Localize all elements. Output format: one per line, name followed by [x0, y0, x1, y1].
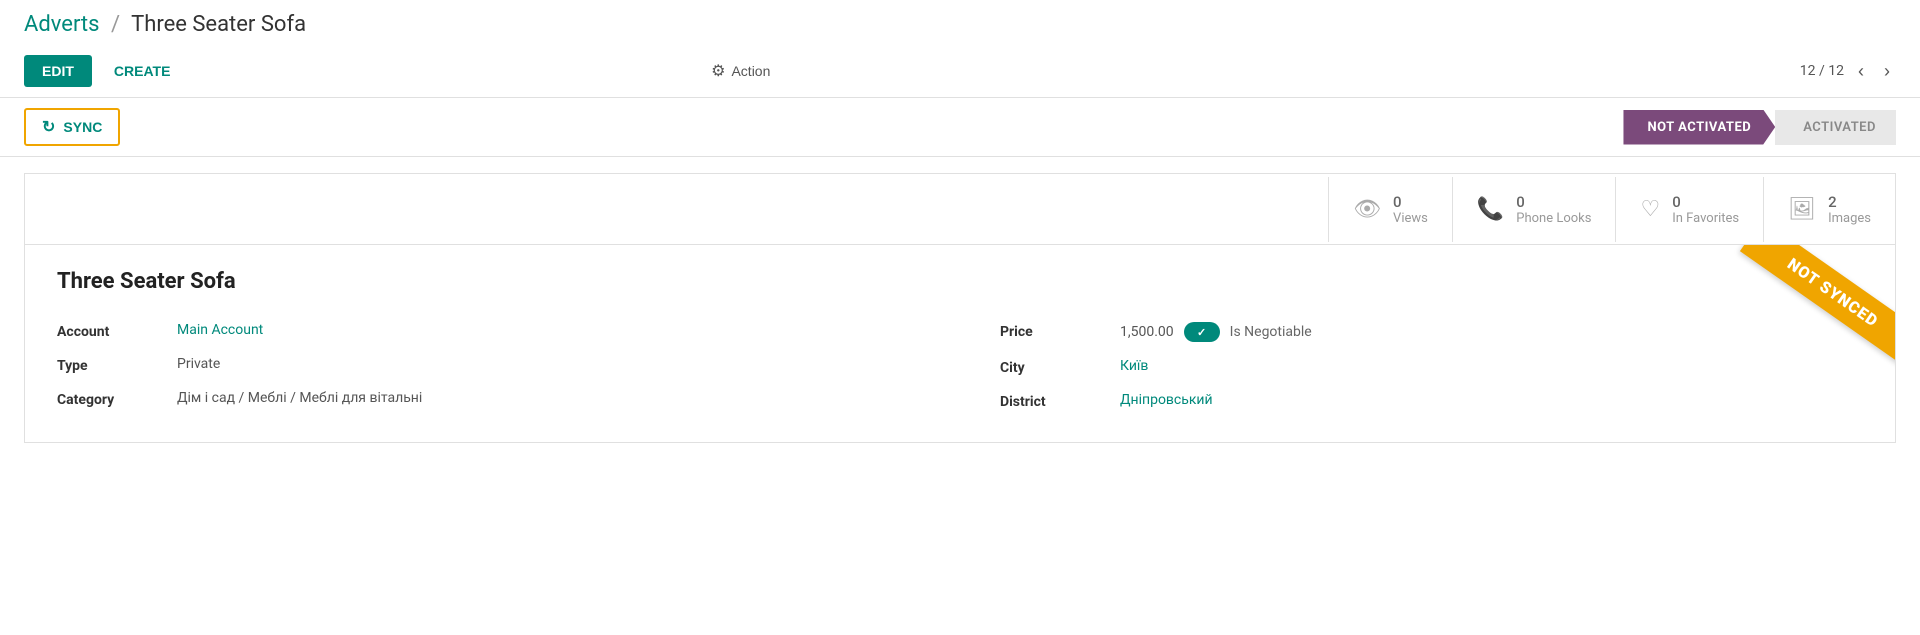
fields-grid: Account Main Account Type Private Catego… — [57, 314, 1863, 418]
views-count: 0 — [1393, 193, 1428, 211]
status-not-activated[interactable]: NOT ACTIVATED — [1623, 110, 1775, 145]
negotiable-toggle[interactable] — [1184, 322, 1220, 342]
images-label: Images — [1828, 211, 1871, 226]
eye-icon: 👁 — [1353, 197, 1381, 222]
field-price: Price 1,500.00 Is Negotiable — [1000, 314, 1863, 350]
account-value[interactable]: Main Account — [177, 322, 263, 338]
type-value: Private — [177, 356, 220, 372]
is-negotiable-label: Is Negotiable — [1230, 324, 1312, 340]
field-category: Category Дім і сад / Меблі / Меблі для в… — [57, 382, 920, 416]
record-title: Three Seater Sofa — [57, 269, 1863, 294]
action-label: Action — [731, 63, 770, 79]
sync-bar: ↻ SYNC NOT ACTIVATED ACTIVATED — [0, 98, 1920, 157]
field-district: District Дніпровський — [1000, 384, 1863, 418]
page-wrapper: Adverts / Three Seater Sofa EDIT CREATE … — [0, 0, 1920, 635]
create-button[interactable]: CREATE — [96, 55, 189, 87]
fields-left: Account Main Account Type Private Catego… — [57, 314, 960, 418]
status-activated[interactable]: ACTIVATED — [1775, 110, 1896, 145]
stat-images: 🖼 2 Images — [1763, 177, 1895, 242]
heart-icon: ♡ — [1640, 197, 1660, 222]
prev-button[interactable]: ‹ — [1852, 59, 1870, 84]
stats-placeholder — [25, 174, 1328, 244]
district-label: District — [1000, 392, 1120, 410]
toolbar: EDIT CREATE ⚙ Action 12 / 12 ‹ › — [0, 45, 1920, 98]
next-button[interactable]: › — [1878, 59, 1896, 84]
image-icon: 🖼 — [1788, 197, 1816, 222]
breadcrumb: Adverts / Three Seater Sofa — [24, 12, 1896, 37]
category-value: Дім і сад / Меблі / Меблі для вітальні — [177, 390, 422, 406]
category-label: Category — [57, 390, 177, 408]
views-label: Views — [1393, 211, 1428, 226]
images-count: 2 — [1828, 193, 1871, 211]
city-value[interactable]: Київ — [1120, 358, 1148, 374]
stats-row: 👁 0 Views 📞 0 Phone Looks ♡ 0 In Favorit… — [24, 173, 1896, 245]
stat-phone-looks: 📞 0 Phone Looks — [1452, 177, 1616, 242]
field-city: City Київ — [1000, 350, 1863, 384]
stat-favorites: ♡ 0 In Favorites — [1615, 177, 1763, 242]
stat-views: 👁 0 Views — [1328, 177, 1452, 242]
account-label: Account — [57, 322, 177, 340]
favorites-count: 0 — [1672, 193, 1739, 211]
price-label: Price — [1000, 322, 1120, 340]
breadcrumb-parent[interactable]: Adverts — [24, 12, 100, 37]
field-type: Type Private — [57, 348, 920, 382]
phone-looks-label: Phone Looks — [1516, 211, 1591, 226]
content-card: NOT SYNCED Three Seater Sofa Account Mai… — [24, 245, 1896, 443]
action-button[interactable]: ⚙ Action — [699, 53, 782, 89]
price-value: 1,500.00 Is Negotiable — [1120, 322, 1312, 342]
pagination: 12 / 12 ‹ › — [1800, 59, 1896, 84]
edit-button[interactable]: EDIT — [24, 55, 92, 87]
sync-label: SYNC — [63, 119, 102, 135]
phone-icon: 📞 — [1477, 197, 1504, 222]
price-amount: 1,500.00 — [1120, 324, 1174, 340]
type-label: Type — [57, 356, 177, 374]
fields-right: Price 1,500.00 Is Negotiable City Київ D… — [960, 314, 1863, 418]
breadcrumb-separator: / — [111, 12, 120, 37]
phone-looks-count: 0 — [1516, 193, 1591, 211]
sync-button[interactable]: ↻ SYNC — [24, 108, 120, 146]
city-label: City — [1000, 358, 1120, 376]
district-value[interactable]: Дніпровський — [1120, 392, 1213, 408]
favorites-label: In Favorites — [1672, 211, 1739, 226]
gear-icon: ⚙ — [711, 61, 725, 81]
breadcrumb-current: Three Seater Sofa — [131, 12, 306, 37]
title-bar: Adverts / Three Seater Sofa — [0, 0, 1920, 45]
sync-icon: ↻ — [42, 117, 55, 137]
status-bar: NOT ACTIVATED ACTIVATED — [1623, 110, 1896, 145]
pagination-display: 12 / 12 — [1800, 63, 1844, 79]
field-account: Account Main Account — [57, 314, 920, 348]
